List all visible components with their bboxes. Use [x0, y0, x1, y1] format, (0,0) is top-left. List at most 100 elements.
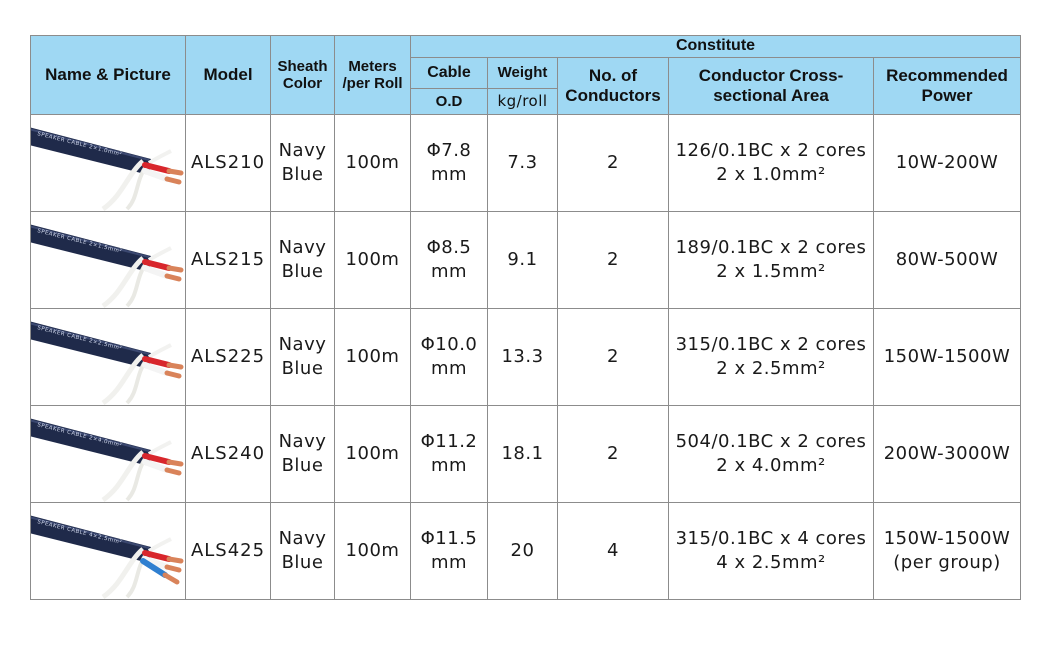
area-cell: 315/0.1BC x 4 cores 4 x 2.5mm²	[668, 502, 874, 600]
table-row: SPEAKER CABLE 2×2.5mm² ALS225 Navy Blue …	[30, 308, 1021, 406]
cable-image-icon: SPEAKER CABLE 2×1.0mm²	[31, 127, 184, 211]
spec-table: Name & Picture Model Sheath Color Meters…	[30, 35, 1021, 600]
area-line1: 315/0.1BC x 2 cores	[675, 333, 867, 355]
header-meters: Meters /per Roll	[334, 35, 411, 115]
od-cell: Φ10.0 mm	[410, 308, 488, 406]
model-cell: ALS225	[185, 308, 271, 406]
od-value: Φ11.5	[420, 527, 478, 549]
conductors-cell: 2	[557, 308, 669, 406]
sheath-color-line2: Blue	[281, 455, 324, 476]
power-cell: 150W-1500W	[873, 308, 1021, 406]
model-cell: ALS215	[185, 211, 271, 309]
power-cell: 150W-1500W (per group)	[873, 502, 1021, 600]
header-conductors-line2: Conductors	[565, 86, 661, 105]
area-cell: 315/0.1BC x 2 cores 2 x 2.5mm²	[668, 308, 874, 406]
model-cell: ALS425	[185, 502, 271, 600]
table-row: SPEAKER CABLE 2×4.0mm² ALS240 Navy Blue …	[30, 405, 1021, 503]
header-power-line2: Power	[921, 86, 973, 105]
od-unit: mm	[430, 455, 468, 476]
conductors-cell: 4	[557, 502, 669, 600]
od-cell: Φ11.5 mm	[410, 502, 488, 600]
sheath-color-line2: Blue	[281, 552, 324, 573]
sheath-color-line1: Navy	[278, 430, 327, 452]
header-od: O.D	[410, 88, 488, 115]
cable-picture-cell: SPEAKER CABLE 4×2.5mm²	[30, 502, 186, 600]
header-conductors-line1: No. of	[588, 66, 638, 86]
header-name-picture: Name & Picture	[30, 35, 186, 115]
cable-picture-cell: SPEAKER CABLE 2×2.5mm²	[30, 308, 186, 406]
power-cell: 80W-500W	[873, 211, 1021, 309]
meters-cell: 100m	[334, 405, 411, 503]
cable-image-icon: SPEAKER CABLE 2×1.5mm²	[31, 224, 184, 308]
cable-picture: SPEAKER CABLE 2×1.0mm²	[31, 115, 185, 211]
od-value: Φ11.2	[420, 430, 478, 452]
table-row: SPEAKER CABLE 2×1.5mm² ALS215 Navy Blue …	[30, 211, 1021, 309]
sheath-color-line2: Blue	[281, 358, 324, 379]
sheath-color-cell: Navy Blue	[270, 211, 335, 309]
conductors-cell: 2	[557, 211, 669, 309]
area-line2: 2 x 4.0mm²	[716, 455, 826, 476]
meters-cell: 100m	[334, 308, 411, 406]
sheath-color-line1: Navy	[278, 236, 327, 258]
header-cable: Cable	[410, 57, 488, 89]
conductors-cell: 2	[557, 405, 669, 503]
area-cell: 504/0.1BC x 2 cores 2 x 4.0mm²	[668, 405, 874, 503]
sheath-color-line1: Navy	[278, 139, 327, 161]
od-cell: Φ11.2 mm	[410, 405, 488, 503]
header-area-line1: Conductor Cross-	[698, 66, 844, 86]
model-cell: ALS240	[185, 405, 271, 503]
cable-picture: SPEAKER CABLE 4×2.5mm²	[31, 503, 185, 599]
area-cell: 189/0.1BC x 2 cores 2 x 1.5mm²	[668, 211, 874, 309]
od-unit: mm	[430, 261, 468, 282]
conductors-cell: 2	[557, 114, 669, 212]
sheath-color-line1: Navy	[278, 527, 327, 549]
cable-picture: SPEAKER CABLE 2×2.5mm²	[31, 309, 185, 405]
od-unit: mm	[430, 164, 468, 185]
sheath-color-line2: Blue	[281, 261, 324, 282]
sheath-color-line2: Blue	[281, 164, 324, 185]
header-area: Conductor Cross- sectional Area	[668, 57, 874, 115]
header-power: Recommended Power	[873, 57, 1021, 115]
sheath-color-cell: Navy Blue	[270, 114, 335, 212]
power-line1: 150W-1500W	[883, 527, 1011, 549]
sheath-color-cell: Navy Blue	[270, 308, 335, 406]
power-line1: 80W-500W	[895, 248, 999, 270]
header-meters-line1: Meters	[348, 57, 397, 75]
weight-cell: 9.1	[487, 211, 558, 309]
cable-picture-cell: SPEAKER CABLE 2×1.0mm²	[30, 114, 186, 212]
od-cell: Φ8.5 mm	[410, 211, 488, 309]
cable-picture: SPEAKER CABLE 2×1.5mm²	[31, 212, 185, 308]
od-unit: mm	[430, 358, 468, 379]
meters-cell: 100m	[334, 502, 411, 600]
power-line1: 10W-200W	[895, 151, 999, 173]
area-cell: 126/0.1BC x 2 cores 2 x 1.0mm²	[668, 114, 874, 212]
power-line1: 150W-1500W	[883, 345, 1011, 367]
header-conductors: No. of Conductors	[557, 57, 669, 115]
cable-picture-cell: SPEAKER CABLE 2×1.5mm²	[30, 211, 186, 309]
header-sheath-line2: Color	[282, 75, 323, 92]
area-line1: 126/0.1BC x 2 cores	[675, 139, 867, 161]
header-area-line2: sectional Area	[713, 86, 829, 105]
area-line2: 2 x 1.5mm²	[716, 261, 826, 282]
cable-picture: SPEAKER CABLE 2×4.0mm²	[31, 406, 185, 502]
weight-cell: 20	[487, 502, 558, 600]
weight-cell: 7.3	[487, 114, 558, 212]
spec-table-body: SPEAKER CABLE 2×1.0mm² ALS210 Navy Blue …	[30, 114, 1021, 600]
spec-table-wrapper: Name & Picture Model Sheath Color Meters…	[30, 35, 1021, 600]
meters-cell: 100m	[334, 211, 411, 309]
header-weight: Weight	[487, 57, 558, 89]
cable-image-icon: SPEAKER CABLE 2×2.5mm²	[31, 321, 184, 405]
cable-image-icon: SPEAKER CABLE 2×4.0mm²	[31, 418, 184, 502]
cable-picture-cell: SPEAKER CABLE 2×4.0mm²	[30, 405, 186, 503]
area-line1: 189/0.1BC x 2 cores	[675, 236, 867, 258]
power-line1: 200W-3000W	[883, 442, 1011, 464]
table-row: SPEAKER CABLE 4×2.5mm² ALS425 Navy Blue …	[30, 502, 1021, 600]
model-cell: ALS210	[185, 114, 271, 212]
power-cell: 10W-200W	[873, 114, 1021, 212]
header-sheath-color: Sheath Color	[270, 35, 335, 115]
header-model: Model	[185, 35, 271, 115]
area-line1: 504/0.1BC x 2 cores	[675, 430, 867, 452]
area-line2: 2 x 2.5mm²	[716, 358, 826, 379]
od-unit: mm	[430, 552, 468, 573]
area-line2: 4 x 2.5mm²	[716, 552, 826, 573]
